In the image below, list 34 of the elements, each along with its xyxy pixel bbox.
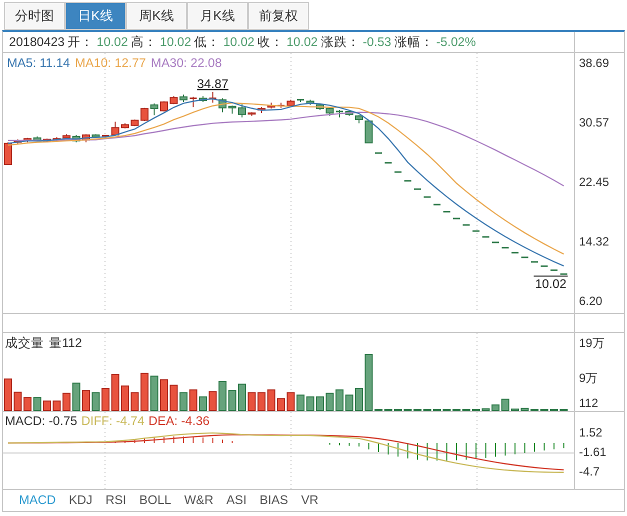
quote-label: 低：: [194, 34, 220, 51]
quote-value: 10.02: [160, 34, 192, 51]
axis-label: 22.45: [579, 175, 610, 190]
low-price-label: 10.02: [535, 277, 566, 292]
axis-label: 14.32: [579, 234, 610, 249]
quote-value: 10.02: [286, 34, 318, 51]
axis-label: -1.61: [579, 445, 606, 460]
axis-label: 19万: [579, 336, 604, 350]
quote-value: -0.53: [362, 34, 392, 51]
quote-value: 10.02: [223, 34, 254, 51]
axis-label: -4.7: [579, 464, 600, 478]
quote-value: -5.02%: [436, 34, 476, 51]
quote-label: 收：: [257, 34, 284, 51]
quote-value: 10.02: [96, 34, 128, 51]
axis-label: 9万: [579, 371, 598, 386]
volume-reading: 量112: [49, 335, 82, 352]
ma-legend: MA5: 11.14: [7, 54, 70, 73]
quote-label: 开：: [68, 34, 94, 51]
quote-label: 高：: [130, 34, 157, 51]
quote-label: 涨幅：: [394, 34, 434, 51]
volume-title: 成交量: [5, 335, 44, 352]
axis-label: 30.57: [579, 116, 610, 130]
axis-label: 6.20: [579, 294, 602, 308]
ma-legend: MA30: 22.08: [150, 54, 222, 73]
quote-date: 20180423: [9, 34, 65, 51]
ma-legend: MA10: 12.77: [75, 54, 146, 73]
quote-label: 涨跌：: [320, 34, 360, 51]
high-price-label: 34.87: [197, 76, 228, 91]
axis-label: 38.69: [579, 56, 610, 70]
macd-legend: DEA: -4.36: [148, 412, 210, 431]
macd-legend: MACD: -0.75: [5, 412, 78, 431]
macd-legend: DIFF: -4.74: [81, 412, 144, 431]
axis-label: 1.52: [579, 426, 602, 440]
volume-axis-reading: 112: [579, 396, 598, 410]
